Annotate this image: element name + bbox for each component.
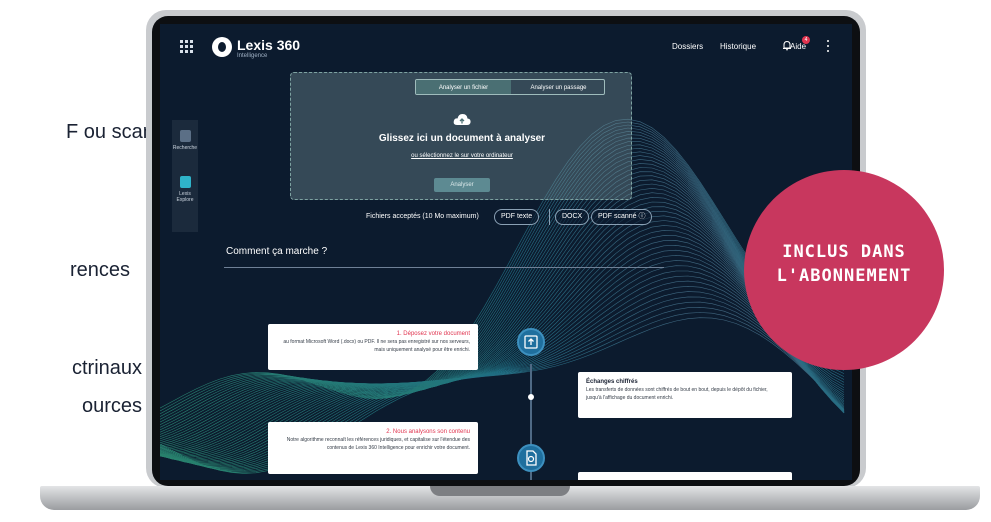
how-it-works-title: Comment ça marche ? [226, 246, 328, 257]
lexis-logo[interactable]: Lexis 360 Intelligence [212, 36, 332, 60]
analysis-step-icon [517, 444, 545, 472]
notification-badge: 4 [802, 36, 810, 44]
rail-item-lexis-explore[interactable]: Lexis Explore [172, 176, 198, 203]
encryption-title: Échanges chiffrés [586, 379, 638, 385]
step-1-body: au format Microsoft Word (.docx) ou PDF.… [283, 339, 470, 353]
rail-item-recherche[interactable]: Recherche [172, 130, 198, 151]
logo-subtitle: Intelligence [237, 53, 268, 59]
apps-grid-icon[interactable] [180, 40, 194, 54]
kebab-menu-icon[interactable] [826, 40, 830, 52]
document-scan-icon [526, 450, 537, 466]
left-rail: Recherche Lexis Explore [172, 120, 198, 232]
format-chip-docx: DOCX [555, 209, 590, 225]
step-card-encryption: Échanges chiffrés Les transferts de donn… [578, 372, 792, 418]
cloud-upload-icon [453, 114, 471, 125]
page: F ou scan. rences ctrinaux ources Lexis … [0, 0, 991, 522]
nav-historique[interactable]: Historique [720, 42, 756, 51]
upload-icon [524, 335, 538, 349]
step-2-body: Notre algorithme reconnaît les référence… [286, 437, 470, 451]
stamp-line-1: INCLUS DANS [782, 242, 906, 262]
side-text-line-3: ctrinaux [72, 357, 143, 379]
drop-title: Glissez ici un document à analyser [378, 133, 546, 144]
explore-icon [179, 176, 191, 188]
upload-step-icon [517, 328, 545, 356]
timeline-dot [528, 394, 534, 400]
side-text-line-4: ources [82, 395, 143, 417]
laptop-notch [430, 486, 570, 496]
how-divider [224, 267, 664, 268]
tab-analyser-fichier[interactable]: Analyser un fichier [416, 80, 511, 94]
logo-mark-icon [212, 37, 232, 57]
upload-tabs: Analyser un fichier Analyser un passage [415, 79, 605, 95]
upload-dropzone[interactable]: Analyser un fichier Analyser un passage … [290, 72, 632, 200]
tab-analyser-passage[interactable]: Analyser un passage [511, 80, 604, 94]
step-2-title: 2. Nous analysons son contenu [386, 429, 470, 435]
analyze-button[interactable]: Analyser [434, 178, 490, 192]
select-file-link[interactable]: ou sélectionnez le sur votre ordinateur [291, 153, 633, 159]
step-card-1: 1. Déposez votre document au format Micr… [268, 324, 478, 370]
top-bar: Lexis 360 Intelligence Dossiers Historiq… [160, 24, 852, 70]
chip-separator [549, 209, 550, 225]
rail-item-label: Recherche [172, 145, 198, 151]
format-chip-pdf-scanne: PDF scanné ⓘ [591, 209, 653, 225]
side-text-line-2: rences [70, 259, 131, 281]
accepted-files-label: Fichiers acceptés (10 Mo maximum) [366, 213, 479, 220]
step-card-2: 2. Nous analysons son contenu Notre algo… [268, 422, 478, 474]
encryption-body: Les transferts de données sont chiffrés … [586, 387, 768, 401]
rail-item-label: Lexis Explore [176, 191, 194, 203]
search-document-icon [179, 130, 191, 142]
logo-name: Lexis 360 [237, 37, 301, 53]
step-1-title: 1. Déposez votre document [396, 331, 470, 337]
nav-dossiers[interactable]: Dossiers [672, 42, 703, 51]
stamp-line-2: L'ABONNEMENT [776, 266, 912, 286]
step-card-partial [578, 472, 792, 480]
subscription-stamp: INCLUS DANS L'ABONNEMENT [744, 170, 944, 370]
format-chip-pdf-texte: PDF texte [494, 209, 540, 225]
